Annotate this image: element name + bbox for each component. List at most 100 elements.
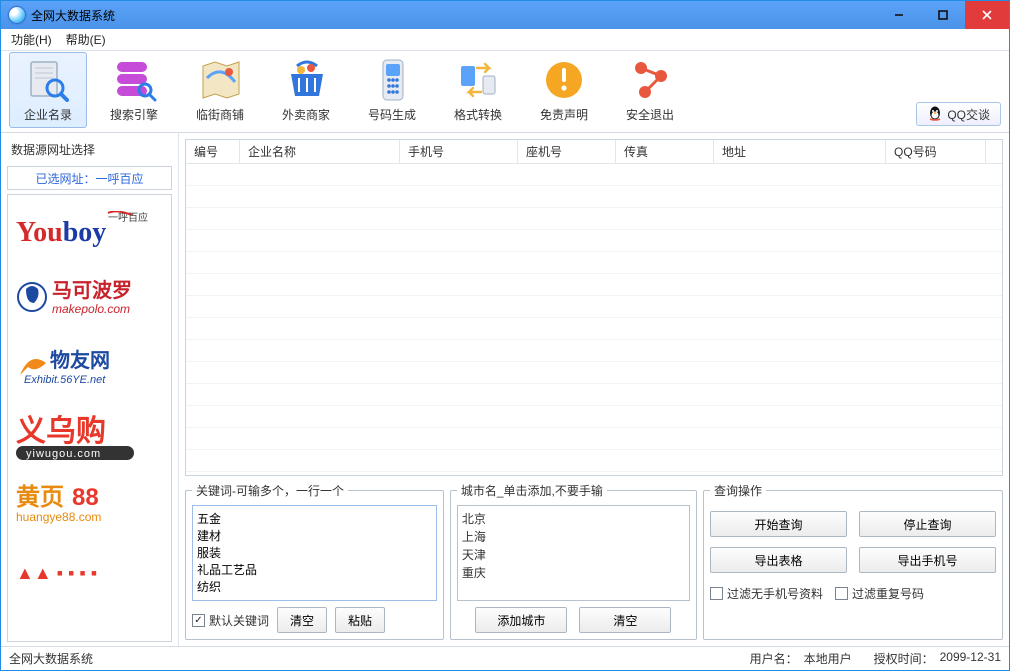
tool-enterprise-directory[interactable]: 企业名录: [9, 52, 87, 128]
add-city-button[interactable]: 添加城市: [475, 607, 567, 633]
start-query-button[interactable]: 开始查询: [710, 511, 847, 537]
keywords-legend: 关键词-可输多个，一行一个: [192, 482, 348, 499]
table-row: [186, 208, 1002, 230]
phone-icon: [368, 58, 416, 102]
table-row: [186, 296, 1002, 318]
window-title: 全网大数据系统: [31, 7, 115, 24]
table-row: [186, 164, 1002, 186]
tool-number-generate[interactable]: 号码生成: [353, 52, 431, 128]
table-col-3[interactable]: 座机号: [518, 140, 616, 163]
status-user-label: 用户名：: [750, 650, 798, 667]
list-item[interactable]: 北京: [462, 510, 685, 528]
table-row: [186, 340, 1002, 362]
exit-icon: [626, 58, 674, 102]
source-more[interactable]: ▲▲ ▪ ▪ ▪ ▪: [16, 547, 163, 599]
keywords-panel: 关键词-可输多个，一行一个 ✓ 默认关键词 清空 粘贴: [185, 482, 444, 640]
source-youboy[interactable]: Youboy一呼百应: [16, 207, 163, 259]
export-mobile-button[interactable]: 导出手机号: [859, 547, 996, 573]
svg-text:▲▲ ▪ ▪ ▪ ▪: ▲▲ ▪ ▪ ▪ ▪: [16, 563, 97, 583]
table-col-6[interactable]: QQ号码: [886, 140, 986, 163]
table-row: [186, 450, 1002, 472]
table-row: [186, 384, 1002, 406]
table-body[interactable]: [186, 164, 1002, 475]
basket-icon: [282, 58, 330, 102]
tool-label: 号码生成: [368, 106, 416, 123]
tool-format-convert[interactable]: 格式转换: [439, 52, 517, 128]
tool-street-shops[interactable]: 临街商铺: [181, 52, 259, 128]
cities-listbox[interactable]: 北京上海天津重庆: [457, 505, 690, 601]
cities-clear-button[interactable]: 清空: [579, 607, 671, 633]
table-row: [186, 252, 1002, 274]
tool-search-engine[interactable]: 搜索引擎: [95, 52, 173, 128]
table-col-5[interactable]: 地址: [714, 140, 886, 163]
stop-query-button[interactable]: 停止查询: [859, 511, 996, 537]
main-area: 编号企业名称手机号座机号传真地址QQ号码 关键词-可输多个，一行一个 ✓ 默认关…: [179, 133, 1009, 646]
keywords-paste-button[interactable]: 粘贴: [335, 607, 385, 633]
list-item[interactable]: 天津: [462, 546, 685, 564]
filter-duplicate-checkbox[interactable]: 过滤重复号码: [835, 585, 924, 602]
status-auth-value: 2099-12-31: [940, 650, 1001, 667]
status-bar: 全网大数据系统 用户名：本地用户 授权时间：2099-12-31: [1, 646, 1009, 670]
tool-label: 搜索引擎: [110, 106, 158, 123]
source-makepolo[interactable]: 马可波罗makepolo.com: [16, 275, 163, 327]
app-window: 全网大数据系统 功能(H) 帮助(E) 企业名录 搜索引擎 临街商铺 外卖商家: [0, 0, 1010, 671]
toolbar: 企业名录 搜索引擎 临街商铺 外卖商家 号码生成 格式转换 免责声明 安全退出: [1, 51, 1009, 133]
convert-icon: [454, 58, 502, 102]
table-col-4[interactable]: 传真: [616, 140, 714, 163]
tool-label: 企业名录: [24, 106, 72, 123]
status-auth-label: 授权时间：: [874, 650, 934, 667]
keywords-textarea[interactable]: [192, 505, 437, 601]
default-keywords-label: 默认关键词: [209, 612, 269, 629]
export-table-button[interactable]: 导出表格: [710, 547, 847, 573]
close-button[interactable]: [965, 1, 1009, 29]
data-source-list[interactable]: Youboy一呼百应 马可波罗makepolo.com 物友网Exhibit.5…: [7, 194, 172, 642]
tool-safe-exit[interactable]: 安全退出: [611, 52, 689, 128]
qq-icon: [927, 105, 943, 124]
source-huangye88[interactable]: 黄页88huangye88.com: [16, 479, 163, 531]
result-table: 编号企业名称手机号座机号传真地址QQ号码: [185, 139, 1003, 476]
chosen-url-label[interactable]: 已选网址：一呼百应: [7, 166, 172, 190]
table-col-1[interactable]: 企业名称: [240, 140, 400, 163]
source-yiwugou[interactable]: 义乌购yiwugou.com: [16, 411, 163, 463]
tool-label: 格式转换: [454, 106, 502, 123]
filter-no-mobile-label: 过滤无手机号资料: [727, 585, 823, 602]
table-row: [186, 362, 1002, 384]
filter-no-mobile-checkbox[interactable]: 过滤无手机号资料: [710, 585, 823, 602]
tool-label: 安全退出: [626, 106, 674, 123]
query-legend: 查询操作: [710, 482, 766, 499]
sidebar-title: 数据源网址选择: [5, 137, 174, 162]
table-row: [186, 318, 1002, 340]
svg-text:黄页: 黄页: [16, 484, 64, 511]
document-search-icon: [24, 58, 72, 102]
cities-panel: 城市名_单击添加,不要手输 北京上海天津重庆 添加城市 清空: [450, 482, 697, 640]
svg-text:马可波罗: 马可波罗: [52, 279, 132, 302]
table-col-0[interactable]: 编号: [186, 140, 240, 163]
status-user-value: 本地用户: [804, 650, 852, 667]
tool-disclaimer[interactable]: 免责声明: [525, 52, 603, 128]
keywords-clear-button[interactable]: 清空: [277, 607, 327, 633]
cities-legend: 城市名_单击添加,不要手输: [457, 482, 607, 499]
table-row: [186, 230, 1002, 252]
query-panel: 查询操作 开始查询 停止查询 导出表格 导出手机号 过滤无手机号资料: [703, 482, 1003, 640]
app-icon: [9, 7, 25, 23]
svg-text:huangye88.com: huangye88.com: [16, 510, 101, 524]
minimize-button[interactable]: [877, 1, 921, 29]
tool-label: 外卖商家: [282, 106, 330, 123]
table-row: [186, 428, 1002, 450]
menu-function[interactable]: 功能(H): [11, 31, 52, 48]
source-56ye[interactable]: 物友网Exhibit.56YE.net: [16, 343, 163, 395]
maximize-button[interactable]: [921, 1, 965, 29]
tool-delivery-merchants[interactable]: 外卖商家: [267, 52, 345, 128]
list-item[interactable]: 重庆: [462, 564, 685, 582]
qq-chat-button[interactable]: QQ交谈: [916, 102, 1001, 126]
menu-help[interactable]: 帮助(E): [66, 31, 106, 48]
sidebar: 数据源网址选择 已选网址：一呼百应 Youboy一呼百应 马可波罗makepol…: [1, 133, 179, 646]
tool-label: 免责声明: [540, 106, 588, 123]
table-col-2[interactable]: 手机号: [400, 140, 518, 163]
tool-label: 临街商铺: [196, 106, 244, 123]
menu-bar: 功能(H) 帮助(E): [1, 29, 1009, 51]
table-row: [186, 406, 1002, 428]
default-keywords-checkbox[interactable]: ✓ 默认关键词: [192, 612, 269, 629]
list-item[interactable]: 上海: [462, 528, 685, 546]
map-icon: [196, 58, 244, 102]
